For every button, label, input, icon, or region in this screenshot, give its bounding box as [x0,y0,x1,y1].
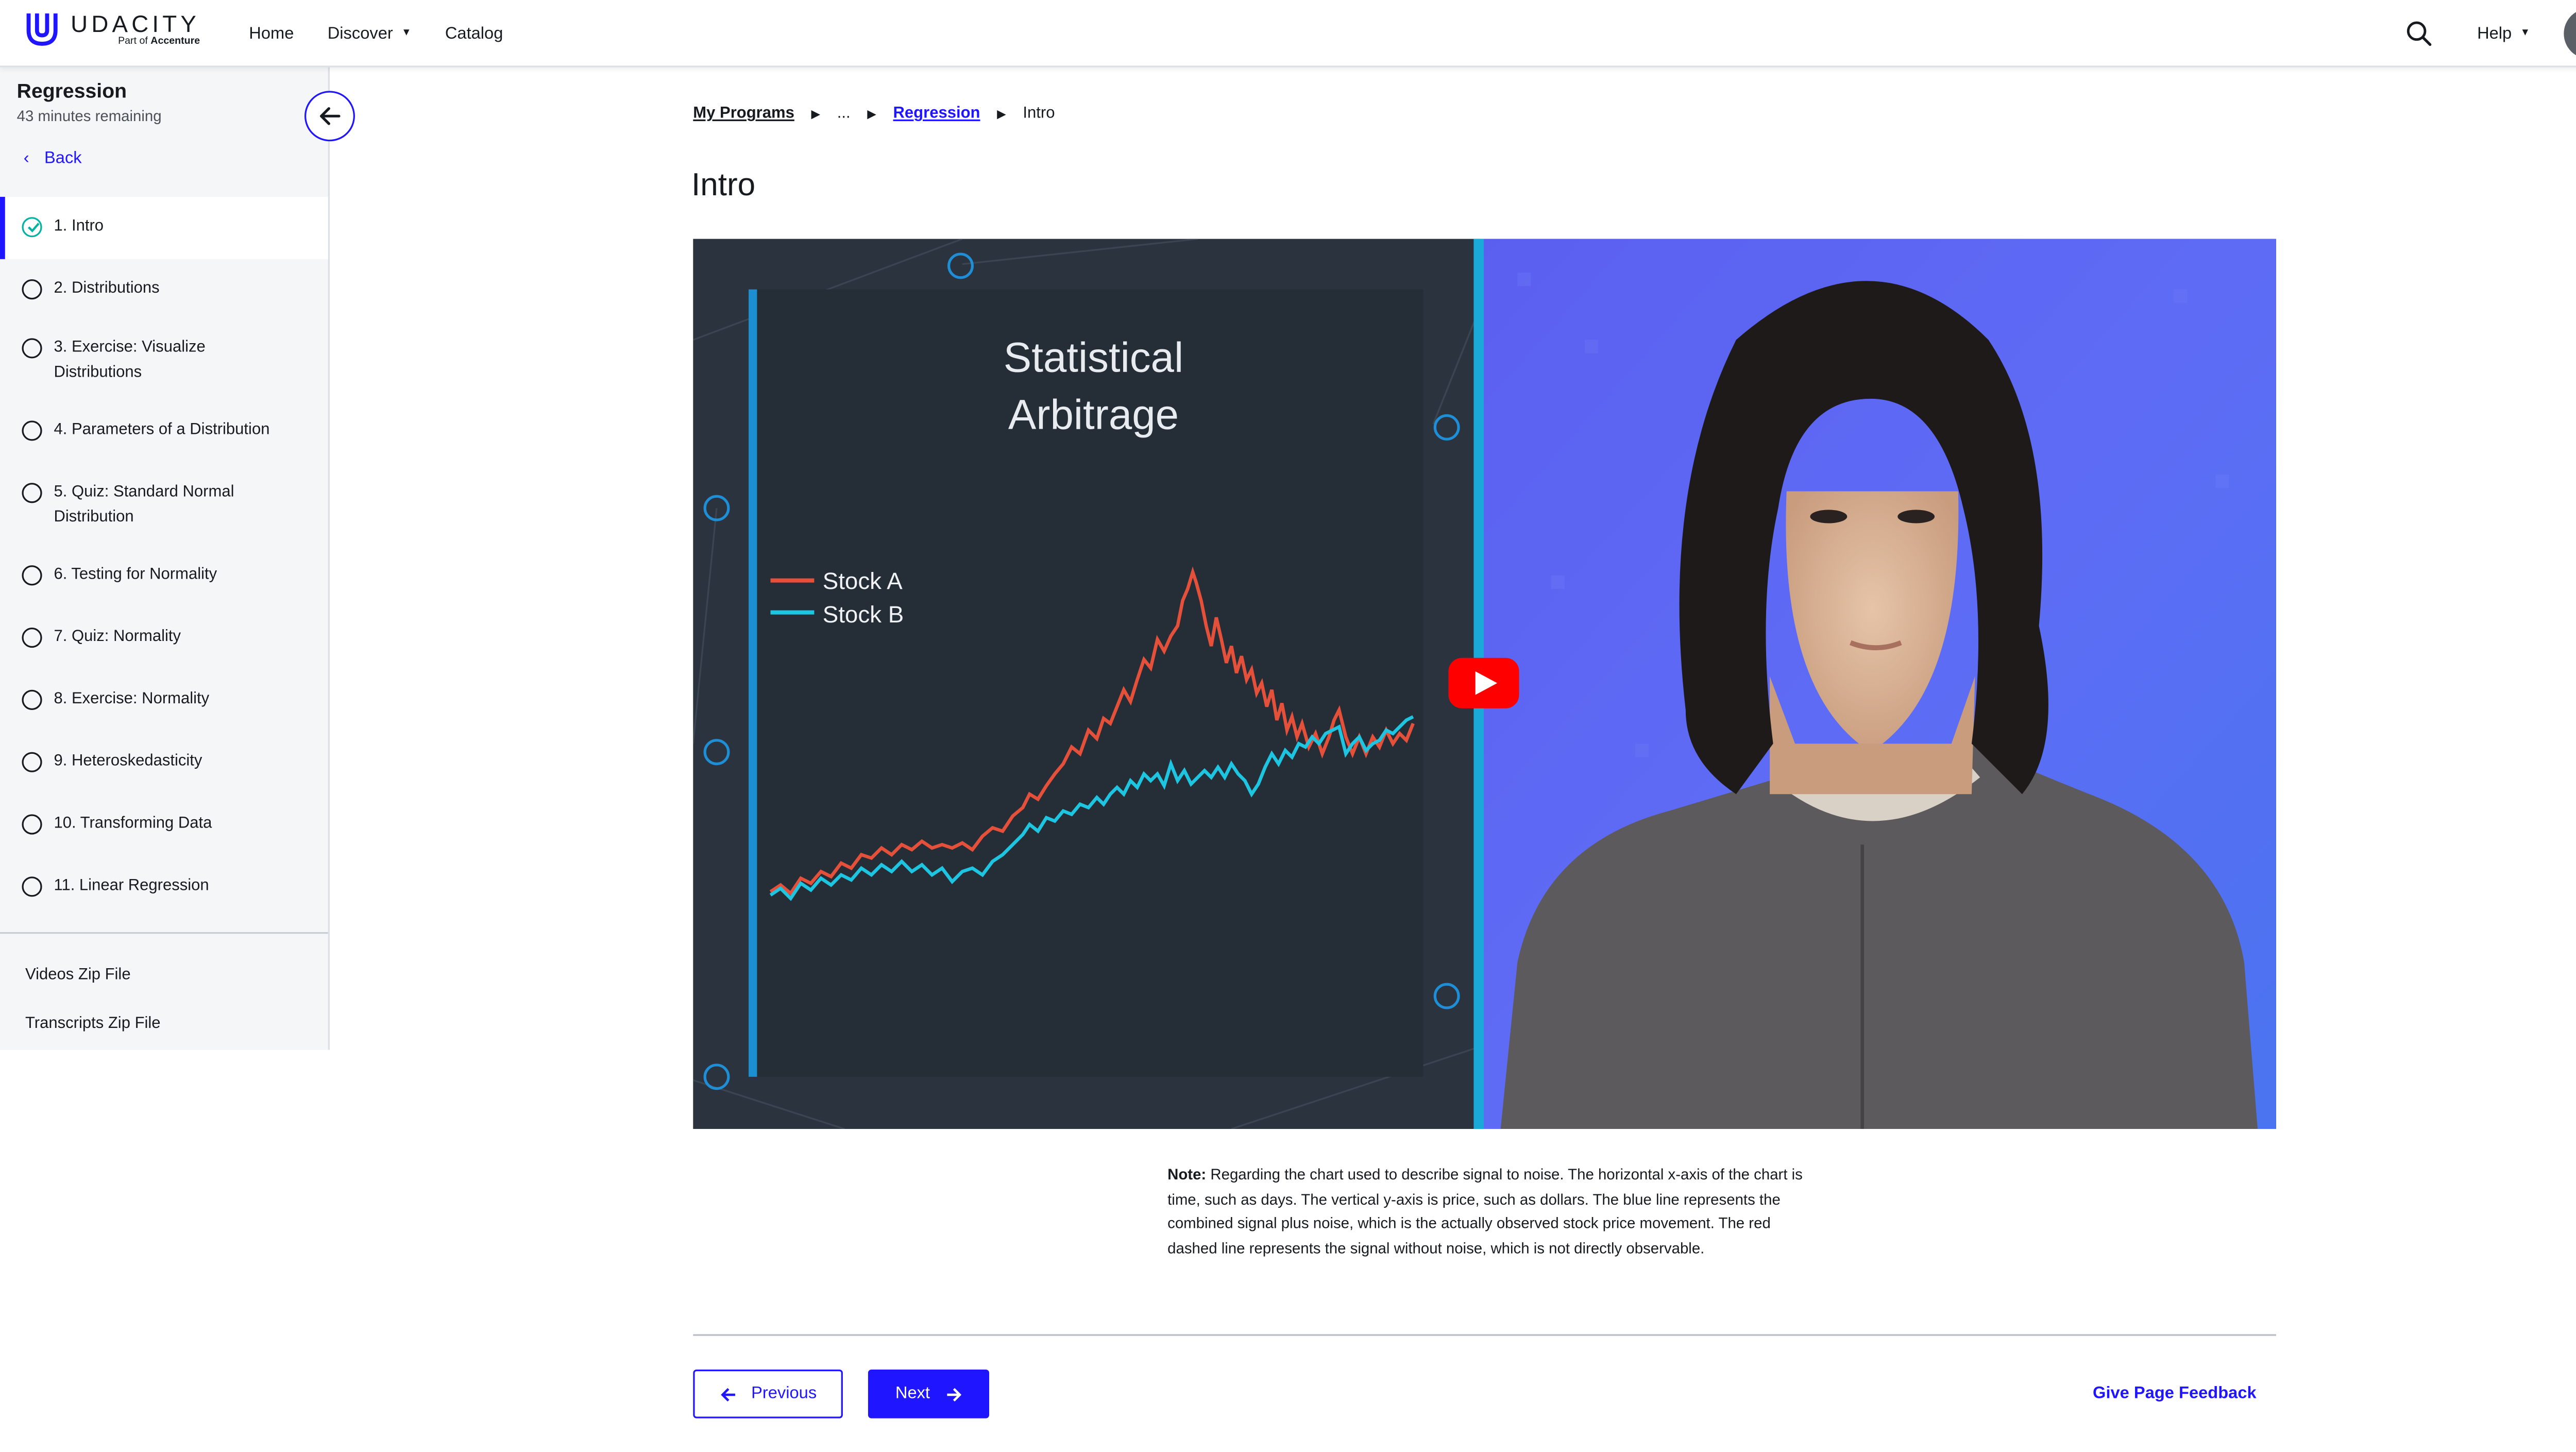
course-title: Regression [16,79,127,103]
next-button[interactable]: Next [868,1369,990,1419]
incomplete-circle-icon [22,483,42,503]
video-note: Note: Regarding the chart used to descri… [1167,1166,1803,1257]
lesson-item-transforming-data[interactable]: 10. Transforming Data [0,798,328,860]
content-divider [693,1334,2276,1336]
top-navbar: UDACITY Part of Accenture Home Discover ▼… [0,0,2576,67]
incomplete-circle-icon [22,279,42,300]
nav-catalog-link[interactable]: Catalog [445,24,503,43]
lesson-item-quiz-standard-normal[interactable]: 5. Quiz: Standard Normal Distribution [0,466,328,548]
incomplete-circle-icon [22,420,42,441]
slide-title-line2: Arbitrage [1008,392,1179,438]
caret-down-icon: ▼ [401,28,412,39]
incomplete-circle-icon [22,627,42,648]
lesson-item-quiz-normality[interactable]: 7. Quiz: Normality [0,611,328,673]
videos-zip-link[interactable]: Videos Zip File [25,966,131,984]
caret-down-icon: ▼ [2520,28,2531,39]
incomplete-circle-icon [22,565,42,586]
previous-button[interactable]: Previous [693,1369,843,1419]
nav-discover-menu[interactable]: Discover ▼ [328,24,412,43]
lesson-item-intro[interactable]: 1. Intro [0,197,328,259]
completed-check-icon [22,217,42,238]
incomplete-circle-icon [22,338,42,359]
udacity-logo-icon [26,13,58,46]
page-title: Intro [691,168,756,204]
sidebar-divider [0,932,328,934]
transcripts-zip-link[interactable]: Transcripts Zip File [25,1015,161,1033]
breadcrumb-my-programs[interactable]: My Programs [693,104,794,123]
incomplete-circle-icon [22,814,42,835]
lesson-item-exercise-visualize[interactable]: 3. Exercise: Visualize Distributions [0,322,328,404]
breadcrumb-separator-icon: ▶ [867,108,876,121]
lesson-item-distributions[interactable]: 2. Distributions [0,259,328,322]
back-link[interactable]: ‹ Back [24,150,82,168]
incomplete-circle-icon [22,752,42,772]
slide-title-line1: Statistical [1004,334,1183,381]
breadcrumb-current: Intro [1023,104,1055,123]
lesson-item-testing-normality[interactable]: 6. Testing for Normality [0,548,328,611]
lesson-item-exercise-normality[interactable]: 8. Exercise: Normality [0,673,328,735]
incomplete-circle-icon [22,876,42,897]
lesson-item-heteroskedasticity[interactable]: 9. Heteroskedasticity [0,735,328,798]
arrow-left-icon [720,1387,735,1401]
video-frame: Statistical Arbitrage Stock A Stock B [693,239,2276,1129]
collapse-sidebar-button[interactable] [304,91,355,142]
lesson-list: 1. Intro 2. Distributions 3. Exercise: V… [0,197,328,922]
breadcrumb-separator-icon: ▶ [997,108,1006,121]
help-menu[interactable]: Help ▼ [2477,24,2530,43]
youtube-play-icon[interactable] [1448,657,1519,708]
lesson-item-linear-regression[interactable]: 11. Linear Regression [0,860,328,922]
breadcrumb-separator-icon: ▶ [811,108,821,121]
incomplete-circle-icon [22,689,42,710]
breadcrumb: My Programs ▶ ... ▶ Regression ▶ Intro [693,104,1055,123]
breadcrumb-ellipsis[interactable]: ... [837,104,851,123]
arrow-left-icon [320,107,341,125]
video-player[interactable]: Statistical Arbitrage Stock A Stock B [693,239,2276,1129]
lesson-sidebar: Regression 43 minutes remaining ‹ Back 1… [0,67,330,1050]
legend-label-stock-a: Stock A [823,568,903,594]
arrow-right-icon [946,1387,961,1401]
search-icon[interactable] [2406,20,2433,47]
give-feedback-link[interactable]: Give Page Feedback [2093,1385,2257,1403]
udacity-logo[interactable]: UDACITY Part of Accenture [24,10,200,49]
legend-label-stock-b: Stock B [823,601,904,628]
lesson-item-parameters[interactable]: 4. Parameters of a Distribution [0,404,328,466]
breadcrumb-course[interactable]: Regression [893,104,980,123]
brand-name: UDACITY [71,10,200,37]
user-avatar[interactable]: HC [2564,8,2576,59]
brand-subtitle: Part of Accenture [118,37,200,47]
nav-home-link[interactable]: Home [249,24,294,43]
chevron-left-icon: ‹ [23,149,29,168]
time-remaining: 43 minutes remaining [16,107,162,125]
